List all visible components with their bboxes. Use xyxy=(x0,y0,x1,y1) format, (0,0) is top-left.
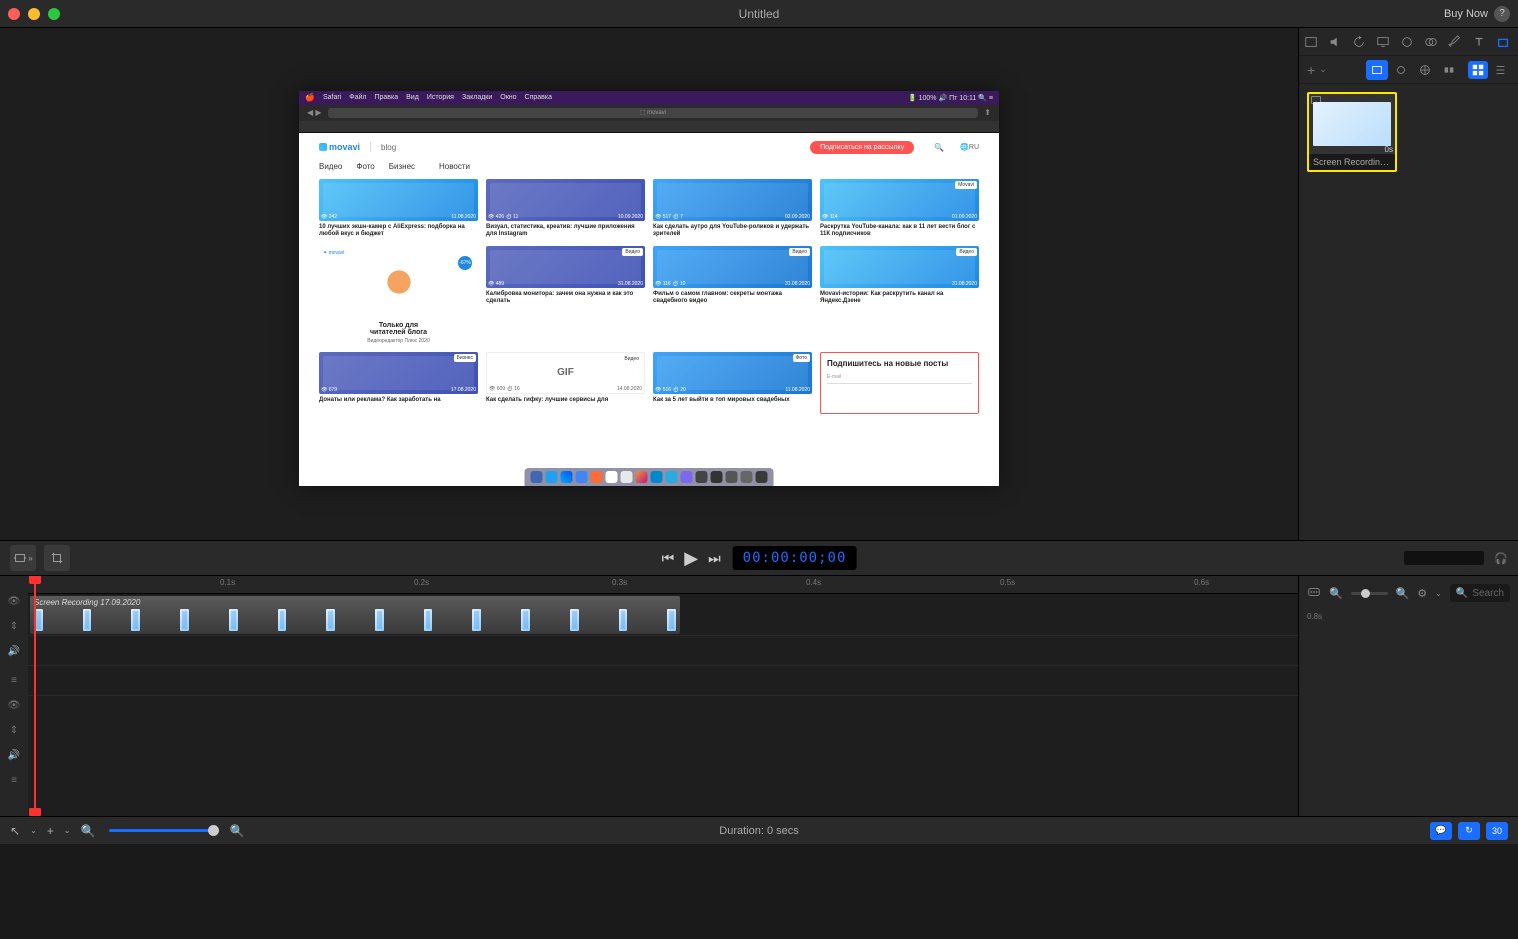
filter-icon[interactable] xyxy=(1400,34,1414,50)
window-maximize-button[interactable] xyxy=(48,8,60,20)
timeline-right-panel: 🔍 🔍 ⚙ ⌄ 🔍 Search 0.8s xyxy=(1298,576,1518,816)
add-media-button[interactable]: + xyxy=(1307,62,1315,78)
timeline-clip[interactable]: Screen Recording 17.09.2020 xyxy=(30,596,680,634)
prev-frame-button[interactable]: ⏮ xyxy=(662,550,675,567)
zoom-in-button[interactable]: 🔍 xyxy=(229,824,244,838)
main-area: 🍎 Safari Файл Правка Вид История Закладк… xyxy=(0,28,1518,540)
view-grid[interactable] xyxy=(1468,61,1488,79)
playback-controls-bar: » ⏮ ▶ ⏭ 00:00:00;00 🎧 xyxy=(0,540,1518,576)
apple-icon: 🍎 xyxy=(305,93,315,102)
timeline-track-controls: 👁 ⇕ 🔊 ≡ 👁 ⇕ 🔊 ≡ xyxy=(0,576,28,816)
search-icon: 🔍 xyxy=(1456,588,1468,599)
timecode-display[interactable]: 00:00:00;00 xyxy=(733,546,857,570)
subscribe-box: Подпишитесь на новые посты E-mail xyxy=(820,352,979,414)
timeline-area: 👁 ⇕ 🔊 ≡ 👁 ⇕ 🔊 ≡ 0.1s 0.2s 0.3s 0.4s 0.5s… xyxy=(0,576,1518,816)
media-panel: + ⌄ 0s Screen Recording... xyxy=(1298,28,1518,540)
timeline-video-track[interactable]: Screen Recording 17.09.2020 xyxy=(28,594,1298,636)
window-titlebar: Untitled Buy Now ? xyxy=(0,0,1518,28)
window-close-button[interactable] xyxy=(8,8,20,20)
frame-icon[interactable] xyxy=(1304,34,1318,50)
track2-options-icon[interactable]: ⇕ xyxy=(10,725,18,736)
tab-transitions[interactable] xyxy=(1438,60,1460,80)
next-frame-button[interactable]: ⏭ xyxy=(708,550,721,567)
zoom-slider[interactable] xyxy=(1351,592,1388,595)
tab-media[interactable] xyxy=(1366,60,1388,80)
comment-button[interactable]: 💬 xyxy=(1430,822,1452,840)
blog-logo: movavi xyxy=(319,142,360,152)
track2-audio-icon[interactable]: 🔊 xyxy=(8,750,20,761)
blog-nav: Видео Фото Бизнес Новости xyxy=(319,158,979,175)
window-minimize-button[interactable] xyxy=(28,8,40,20)
nested-url-bar: ⬚ movavi xyxy=(328,108,979,118)
effects-icon[interactable] xyxy=(1424,34,1438,50)
crop-button[interactable] xyxy=(44,545,70,571)
preview-viewport[interactable]: 🍎 Safari Файл Правка Вид История Закладк… xyxy=(0,28,1298,540)
media-item-label: Screen Recording... xyxy=(1309,154,1395,170)
play-button[interactable]: ▶ xyxy=(684,548,698,569)
tab-photo[interactable] xyxy=(1390,60,1412,80)
track2-list-icon[interactable]: ≡ xyxy=(11,775,17,786)
audio-meter xyxy=(1404,551,1484,565)
bottom-bar: ↖ ⌄ + ⌄ 🔍 🔍 Duration: 0 secs 💬 ↻ 30 xyxy=(0,816,1518,844)
chevron-down-icon[interactable]: ⌄ xyxy=(1435,589,1442,598)
track-list-icon[interactable]: ≡ xyxy=(11,675,17,686)
panel-toolbar xyxy=(1299,28,1518,56)
timeline-audio-track-2[interactable] xyxy=(28,666,1298,696)
add-dropdown-icon[interactable]: ⌄ xyxy=(1319,64,1327,75)
markers-icon[interactable] xyxy=(1307,585,1321,602)
nested-browser-chrome: ◀ ▶ ⬚ movavi ⬆ xyxy=(299,105,999,121)
zoom-out-icon[interactable]: 🔍 xyxy=(1329,587,1343,600)
fit-button[interactable]: » xyxy=(10,545,36,571)
track-options-icon[interactable]: ⇕ xyxy=(10,621,18,632)
panel-subbar: + ⌄ xyxy=(1299,56,1518,84)
sync-button[interactable]: ↻ xyxy=(1458,822,1480,840)
headphones-icon[interactable]: 🎧 xyxy=(1494,552,1508,565)
pointer-tool-icon[interactable]: ↖ xyxy=(10,824,20,838)
timeline-playhead[interactable] xyxy=(34,576,36,816)
pen-icon[interactable] xyxy=(1448,34,1462,50)
monitor-icon[interactable] xyxy=(1376,34,1390,50)
nested-mac-status: 🔋 100% 🔊 Пт 10:11 🔍 ≡ xyxy=(908,94,993,102)
gear-icon[interactable]: ⚙ xyxy=(1417,587,1427,600)
language-selector: 🌐RU xyxy=(960,143,979,151)
zoom-in-icon[interactable]: 🔍 xyxy=(1396,587,1410,600)
track-audio-icon[interactable]: 🔊 xyxy=(8,646,20,657)
track2-visibility-icon[interactable]: 👁 xyxy=(8,700,21,711)
tool-dropdown-icon[interactable]: ⌄ xyxy=(30,826,37,835)
nested-tab-bar xyxy=(299,121,999,133)
fps-button[interactable]: 30 xyxy=(1486,822,1508,840)
media-item-screen-recording[interactable]: 0s Screen Recording... xyxy=(1307,92,1397,172)
zoom-out-button[interactable]: 🔍 xyxy=(80,824,95,838)
preview-content: 🍎 Safari Файл Правка Вид История Закладк… xyxy=(299,91,999,486)
nested-page-content: movavi blog Подписаться на рассылку 🔍 🌐R… xyxy=(299,133,999,486)
help-icon[interactable]: ? xyxy=(1494,6,1510,22)
subscribe-button: Подписаться на рассылку xyxy=(810,141,914,154)
nested-dock xyxy=(525,468,774,486)
audio-icon[interactable] xyxy=(1328,34,1342,50)
timeline-ruler[interactable]: 0.1s 0.2s 0.3s 0.4s 0.5s 0.6s xyxy=(28,576,1298,594)
nested-mac-menubar: 🍎 Safari Файл Правка Вид История Закладк… xyxy=(299,91,999,105)
tab-web[interactable] xyxy=(1414,60,1436,80)
track-visibility-icon[interactable]: 👁 xyxy=(8,596,21,607)
timeline-search-input[interactable]: 🔍 Search xyxy=(1450,584,1510,602)
timeline-main[interactable]: 0.1s 0.2s 0.3s 0.4s 0.5s 0.6s Screen Rec… xyxy=(28,576,1298,816)
media-duration: 0s xyxy=(1385,145,1393,154)
shape-icon[interactable] xyxy=(1496,34,1510,50)
window-title: Untitled xyxy=(739,7,780,21)
traffic-lights xyxy=(8,8,60,20)
rotate-icon[interactable] xyxy=(1352,34,1366,50)
add-dropdown-icon[interactable]: ⌄ xyxy=(64,826,71,835)
duration-label: Duration: 0 secs xyxy=(719,825,798,837)
search-icon: 🔍 xyxy=(934,143,944,152)
timeline-audio-track-1[interactable] xyxy=(28,636,1298,666)
media-bin[interactable]: 0s Screen Recording... xyxy=(1299,84,1518,540)
timeline-zoom-slider[interactable] xyxy=(109,829,219,832)
text-icon[interactable] xyxy=(1472,34,1486,50)
view-list[interactable] xyxy=(1490,61,1510,79)
add-track-button[interactable]: + xyxy=(47,824,54,838)
buy-now-button[interactable]: Buy Now ? xyxy=(1444,6,1510,22)
